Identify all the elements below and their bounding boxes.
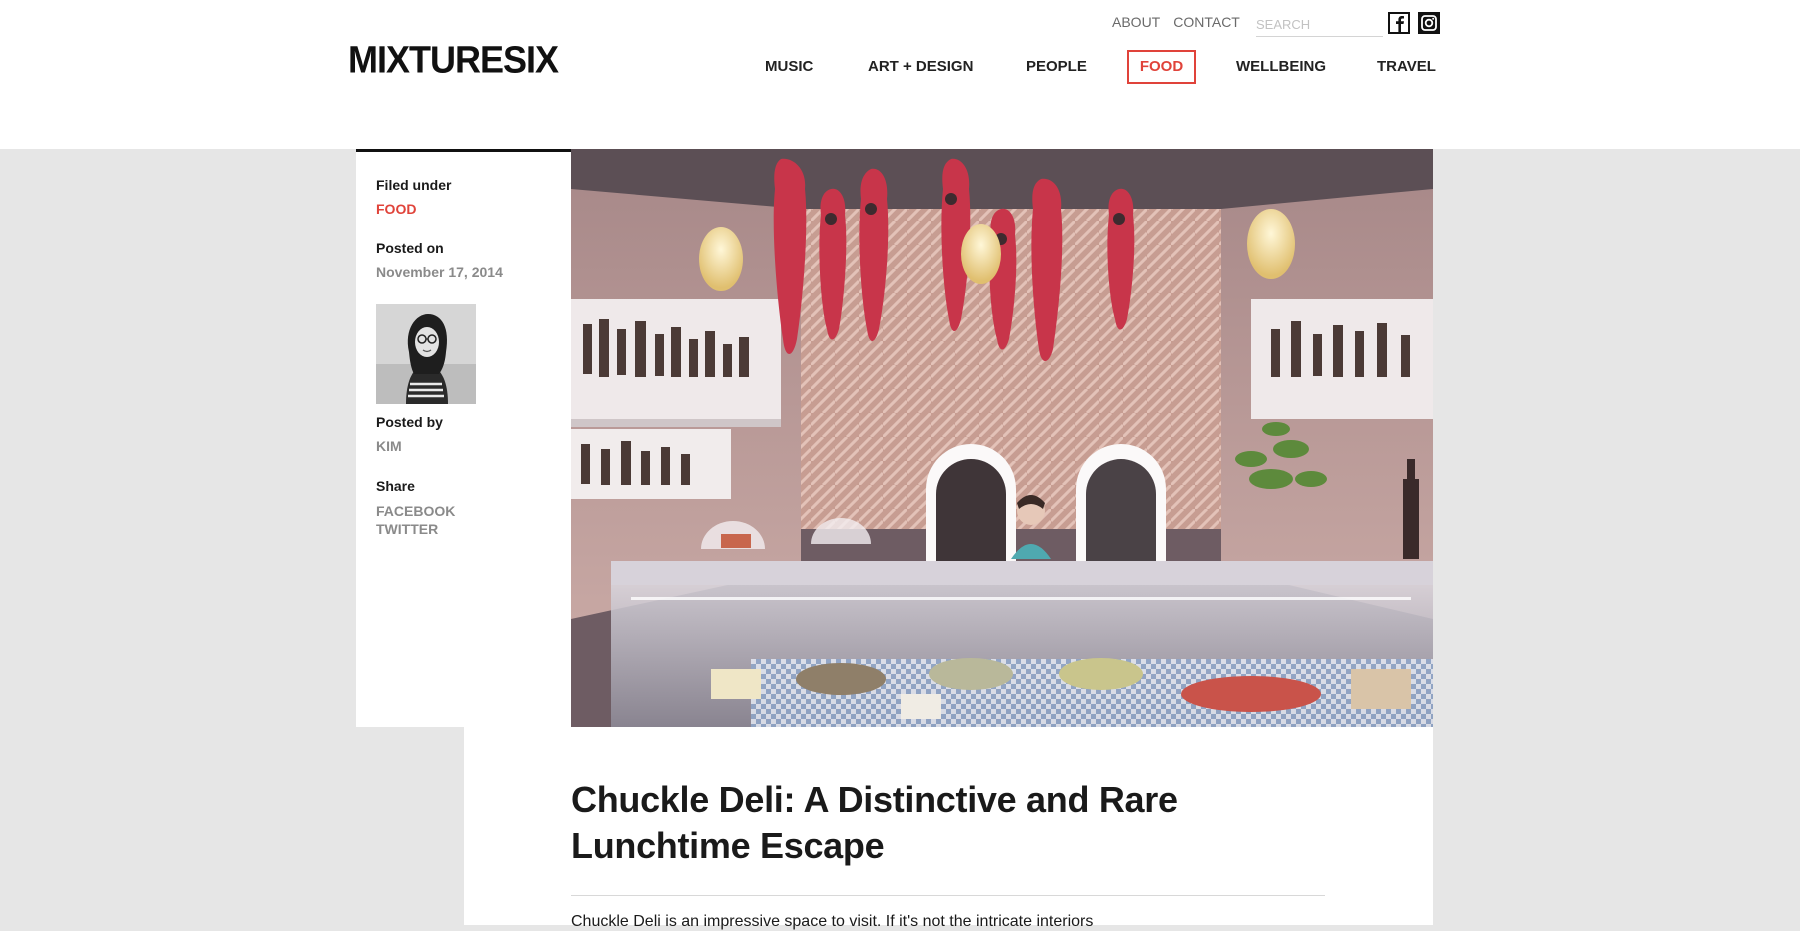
contact-link[interactable]: CONTACT xyxy=(1173,14,1240,30)
share-twitter-link[interactable]: TWITTER xyxy=(376,521,438,537)
filed-under-label: Filed under xyxy=(376,177,452,193)
search-input[interactable] xyxy=(1256,14,1381,34)
author-avatar[interactable] xyxy=(376,304,476,404)
nav-item-art-design[interactable]: ART + DESIGN xyxy=(868,50,973,84)
share-facebook-link[interactable]: FACEBOOK xyxy=(376,503,455,519)
title-divider xyxy=(571,895,1325,896)
share-label: Share xyxy=(376,478,415,494)
article-body: Chuckle Deli: A Distinctive and Rare Lun… xyxy=(464,727,1433,930)
main-nav: MUSIC ART + DESIGN PEOPLE FOOD WELLBEING… xyxy=(0,50,1800,86)
category-link[interactable]: FOOD xyxy=(376,201,416,217)
article-title: Chuckle Deli: A Distinctive and Rare Lun… xyxy=(571,779,1178,866)
nav-item-people[interactable]: PEOPLE xyxy=(1026,50,1087,84)
search-box xyxy=(1256,14,1383,37)
article-intro: Chuckle Deli is an impressive space to v… xyxy=(571,913,1094,930)
nav-item-music[interactable]: MUSIC xyxy=(765,50,813,84)
posted-by-label: Posted by xyxy=(376,414,443,430)
facebook-icon[interactable] xyxy=(1388,12,1410,34)
post-meta-sidebar: Filed under FOOD Posted on November 17, … xyxy=(356,149,571,727)
instagram-icon[interactable] xyxy=(1418,12,1440,34)
nav-item-travel[interactable]: TRAVEL xyxy=(1377,50,1436,84)
posted-on-label: Posted on xyxy=(376,240,444,256)
site-header: MIXTURESIX ABOUT CONTACT MUSIC ART + DES… xyxy=(0,0,1800,149)
nav-item-wellbeing[interactable]: WELLBEING xyxy=(1236,50,1326,84)
about-link[interactable]: ABOUT xyxy=(1112,14,1160,30)
hero-image xyxy=(571,149,1433,727)
post-date: November 17, 2014 xyxy=(376,264,503,280)
author-link[interactable]: KIM xyxy=(376,438,402,454)
nav-item-food[interactable]: FOOD xyxy=(1127,50,1196,84)
utility-nav: ABOUT CONTACT xyxy=(1112,14,1253,30)
